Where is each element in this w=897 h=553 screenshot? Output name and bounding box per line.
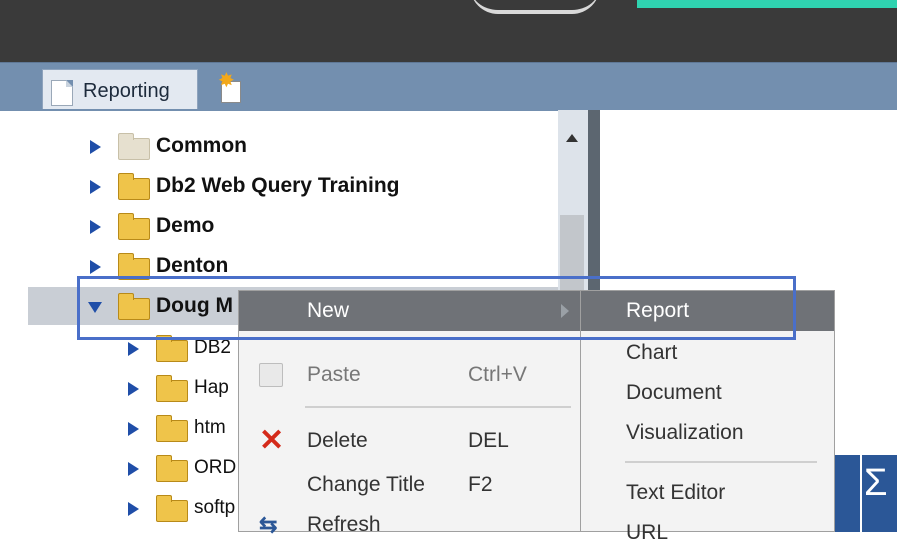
tab-bar: Reporting ✸ xyxy=(0,62,897,111)
menu-item-label: New xyxy=(307,299,350,322)
tree-item-label: Common xyxy=(156,134,247,157)
expand-arrow-icon[interactable] xyxy=(90,140,101,154)
expand-arrow-icon[interactable] xyxy=(128,422,139,436)
menu-item-shortcut: Ctrl+V xyxy=(468,363,527,386)
header-accent-bar xyxy=(637,0,897,8)
expand-arrow-icon[interactable] xyxy=(128,502,139,516)
tree-item[interactable]: Denton xyxy=(28,248,558,286)
menu-item-label: Delete xyxy=(307,429,368,452)
sigma-button[interactable]: Σ xyxy=(864,463,888,503)
folder-icon xyxy=(156,335,188,362)
submenu-item-label: Report xyxy=(626,299,690,322)
folder-icon xyxy=(156,375,188,402)
open-folder-icon xyxy=(118,293,150,320)
submenu-item-label: Document xyxy=(626,381,722,404)
submenu-arrow-icon xyxy=(561,304,569,318)
expand-arrow-icon[interactable] xyxy=(90,220,101,234)
toolbar-right: Σ xyxy=(834,455,897,532)
folder-icon xyxy=(118,213,150,240)
submenu-item-label: Text Editor xyxy=(626,481,726,504)
sparkle-icon: ✸ xyxy=(218,70,235,92)
tree-item-label: Doug M xyxy=(156,294,233,317)
document-icon xyxy=(51,80,73,106)
menu-item-paste[interactable]: Paste Ctrl+V xyxy=(239,355,583,395)
paste-icon xyxy=(259,363,283,387)
tree-item-label: DB2 xyxy=(194,337,231,358)
tree-item-label: htm xyxy=(194,417,226,438)
folder-icon xyxy=(156,415,188,442)
new-submenu: Report Chart Document Visualization Text… xyxy=(580,290,835,544)
submenu-item-label: Chart xyxy=(626,341,678,364)
tree-item[interactable]: Common xyxy=(28,128,558,166)
submenu-separator xyxy=(625,461,817,463)
context-menu: New Paste Ctrl+V ✕ Delete DEL Change Tit… xyxy=(238,290,584,537)
scroll-up-icon[interactable] xyxy=(566,134,578,142)
submenu-item-document[interactable]: Document xyxy=(581,373,834,413)
menu-item-change-title[interactable]: Change Title F2 xyxy=(239,465,583,505)
new-tab-button[interactable]: ✸ xyxy=(218,71,246,105)
tree-item-label: Hap xyxy=(194,377,229,398)
submenu-item-report[interactable]: Report xyxy=(581,291,834,331)
submenu-item-label: URL xyxy=(626,521,669,544)
tree-item-label: Denton xyxy=(156,254,229,277)
tree-item-label: Demo xyxy=(156,214,215,237)
collapse-arrow-icon[interactable] xyxy=(88,302,102,313)
tree-item[interactable]: Db2 Web Query Training xyxy=(28,168,558,206)
app-header xyxy=(0,0,897,62)
submenu-item-chart[interactable]: Chart xyxy=(581,333,834,373)
submenu-item-url[interactable]: URL xyxy=(581,513,834,553)
menu-item-label: Change Title xyxy=(307,473,425,496)
refresh-icon: ⇆ xyxy=(259,512,278,537)
folder-icon xyxy=(156,455,188,482)
folder-icon xyxy=(156,495,188,522)
folder-icon xyxy=(118,173,150,200)
menu-item-label: Paste xyxy=(307,363,361,386)
logo-fragment xyxy=(470,0,600,14)
tab-label: Reporting xyxy=(83,80,170,102)
expand-arrow-icon[interactable] xyxy=(128,382,139,396)
expand-arrow-icon[interactable] xyxy=(90,180,101,194)
menu-item-new[interactable]: New xyxy=(239,291,583,331)
submenu-item-visualization[interactable]: Visualization xyxy=(581,413,834,453)
menu-item-shortcut: DEL xyxy=(468,429,509,452)
tree-item-label: ORD xyxy=(194,457,237,478)
tab-reporting[interactable]: Reporting xyxy=(42,69,198,109)
folder-icon xyxy=(118,133,150,160)
tree-item-label: softp xyxy=(194,497,236,518)
expand-arrow-icon[interactable] xyxy=(128,462,139,476)
expand-arrow-icon[interactable] xyxy=(90,260,101,274)
menu-item-refresh[interactable]: ⇆ Refresh xyxy=(239,505,583,545)
tree-item-label: Db2 Web Query Training xyxy=(156,174,400,197)
expand-arrow-icon[interactable] xyxy=(128,342,139,356)
menu-separator xyxy=(305,406,571,408)
submenu-item-text-editor[interactable]: Text Editor xyxy=(581,473,834,513)
menu-item-label: Refresh xyxy=(307,513,381,536)
delete-icon: ✕ xyxy=(259,424,285,457)
folder-icon xyxy=(118,253,150,280)
submenu-item-label: Visualization xyxy=(626,421,744,444)
menu-item-delete[interactable]: ✕ Delete DEL xyxy=(239,421,583,461)
tree-item[interactable]: Demo xyxy=(28,208,558,246)
toolbar-separator xyxy=(860,455,862,532)
menu-item-shortcut: F2 xyxy=(468,473,493,496)
